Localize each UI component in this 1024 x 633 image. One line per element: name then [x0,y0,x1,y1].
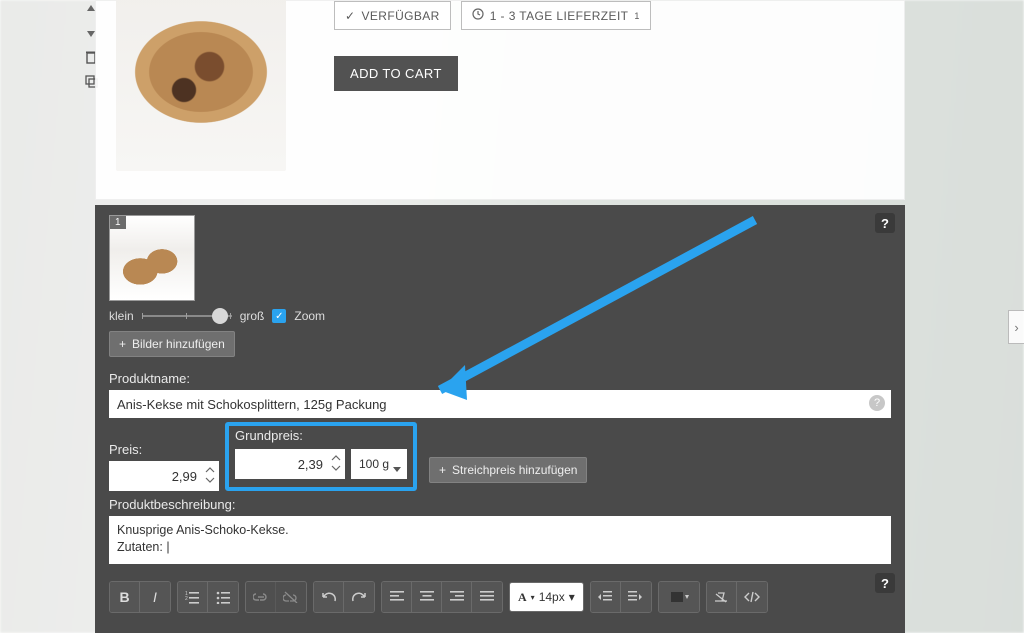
image-size-slider[interactable] [142,312,232,320]
base-price-highlight: Grundpreis: [225,422,417,491]
link-button[interactable] [246,582,276,612]
delivery-label: 1 - 3 TAGE LIEFERZEIT [490,9,629,23]
size-label-small: klein [109,309,134,323]
align-right-button[interactable] [442,582,472,612]
add-to-cart-button[interactable]: ADD TO CART [334,56,458,91]
product-image[interactable] [116,0,286,171]
price-stepper[interactable] [205,465,215,485]
chevron-down-icon[interactable] [331,463,341,473]
outdent-button[interactable] [591,582,621,612]
help-button[interactable]: ? [875,573,895,593]
base-price-stepper[interactable] [331,453,341,473]
zoom-label: Zoom [294,309,325,323]
image-thumbnail[interactable]: 1 [109,215,195,301]
font-size-value: 14px [539,590,565,604]
align-left-button[interactable] [382,582,412,612]
richtext-toolbar: B I 12 A ▾ 14px [109,577,891,617]
font-size-select[interactable]: A▾ 14px ▾ [509,582,584,612]
redo-button[interactable] [344,582,374,612]
side-flyout-handle[interactable]: › [1008,310,1024,344]
bold-button[interactable]: B [110,582,140,612]
clock-icon [472,8,484,23]
check-icon: ✓ [345,9,355,23]
add-strike-price-button[interactable]: + Streichpreis hinzufügen [429,457,587,483]
price-label: Preis: [109,442,219,457]
align-justify-button[interactable] [472,582,502,612]
unlink-button[interactable] [276,582,306,612]
svg-text:2: 2 [185,596,188,602]
description-textarea[interactable] [109,516,891,564]
zoom-checkbox[interactable]: ✓ [272,309,286,323]
align-center-button[interactable] [412,582,442,612]
description-label: Produktbeschreibung: [109,497,891,512]
availability-label: VERFÜGBAR [361,9,439,23]
caret-down-icon [393,461,401,476]
strike-price-label: Streichpreis hinzufügen [452,463,577,477]
plus-icon: + [119,337,126,351]
thumbnail-index: 1 [110,216,126,229]
caret-down-icon: ▾ [569,590,575,604]
chevron-down-icon[interactable] [205,475,215,485]
add-images-button[interactable]: + Bilder hinzufügen [109,331,235,357]
availability-badge: ✓ VERFÜGBAR [334,1,451,30]
help-button[interactable]: ? [875,213,895,233]
product-name-label: Produktname: [109,371,891,386]
plus-icon: + [439,463,446,477]
size-label-large: groß [240,309,265,323]
indent-button[interactable] [621,582,651,612]
italic-button[interactable]: I [140,582,170,612]
text-color-button[interactable] [659,582,699,612]
field-help-icon[interactable]: ? [869,395,885,411]
product-editor-panel: ? 1 klein groß ✓ Zoom + Bilder hinzufüge… [95,205,905,633]
undo-button[interactable] [314,582,344,612]
base-price-input[interactable] [235,449,345,479]
chevron-up-icon[interactable] [331,453,341,463]
price-input[interactable] [109,461,219,491]
delivery-footnote: 1 [634,11,639,21]
font-icon: A [518,590,527,605]
add-images-label: Bilder hinzufügen [132,337,225,351]
unordered-list-button[interactable] [208,582,238,612]
chevron-up-icon[interactable] [205,465,215,475]
clear-format-button[interactable] [707,582,737,612]
ordered-list-button[interactable]: 12 [178,582,208,612]
base-price-label: Grundpreis: [235,428,407,443]
product-preview-panel: ✓ VERFÜGBAR 1 - 3 TAGE LIEFERZEIT 1 ADD T… [95,0,905,200]
delivery-badge: 1 - 3 TAGE LIEFERZEIT 1 [461,1,651,30]
product-name-input[interactable] [109,390,891,418]
code-view-button[interactable] [737,582,767,612]
